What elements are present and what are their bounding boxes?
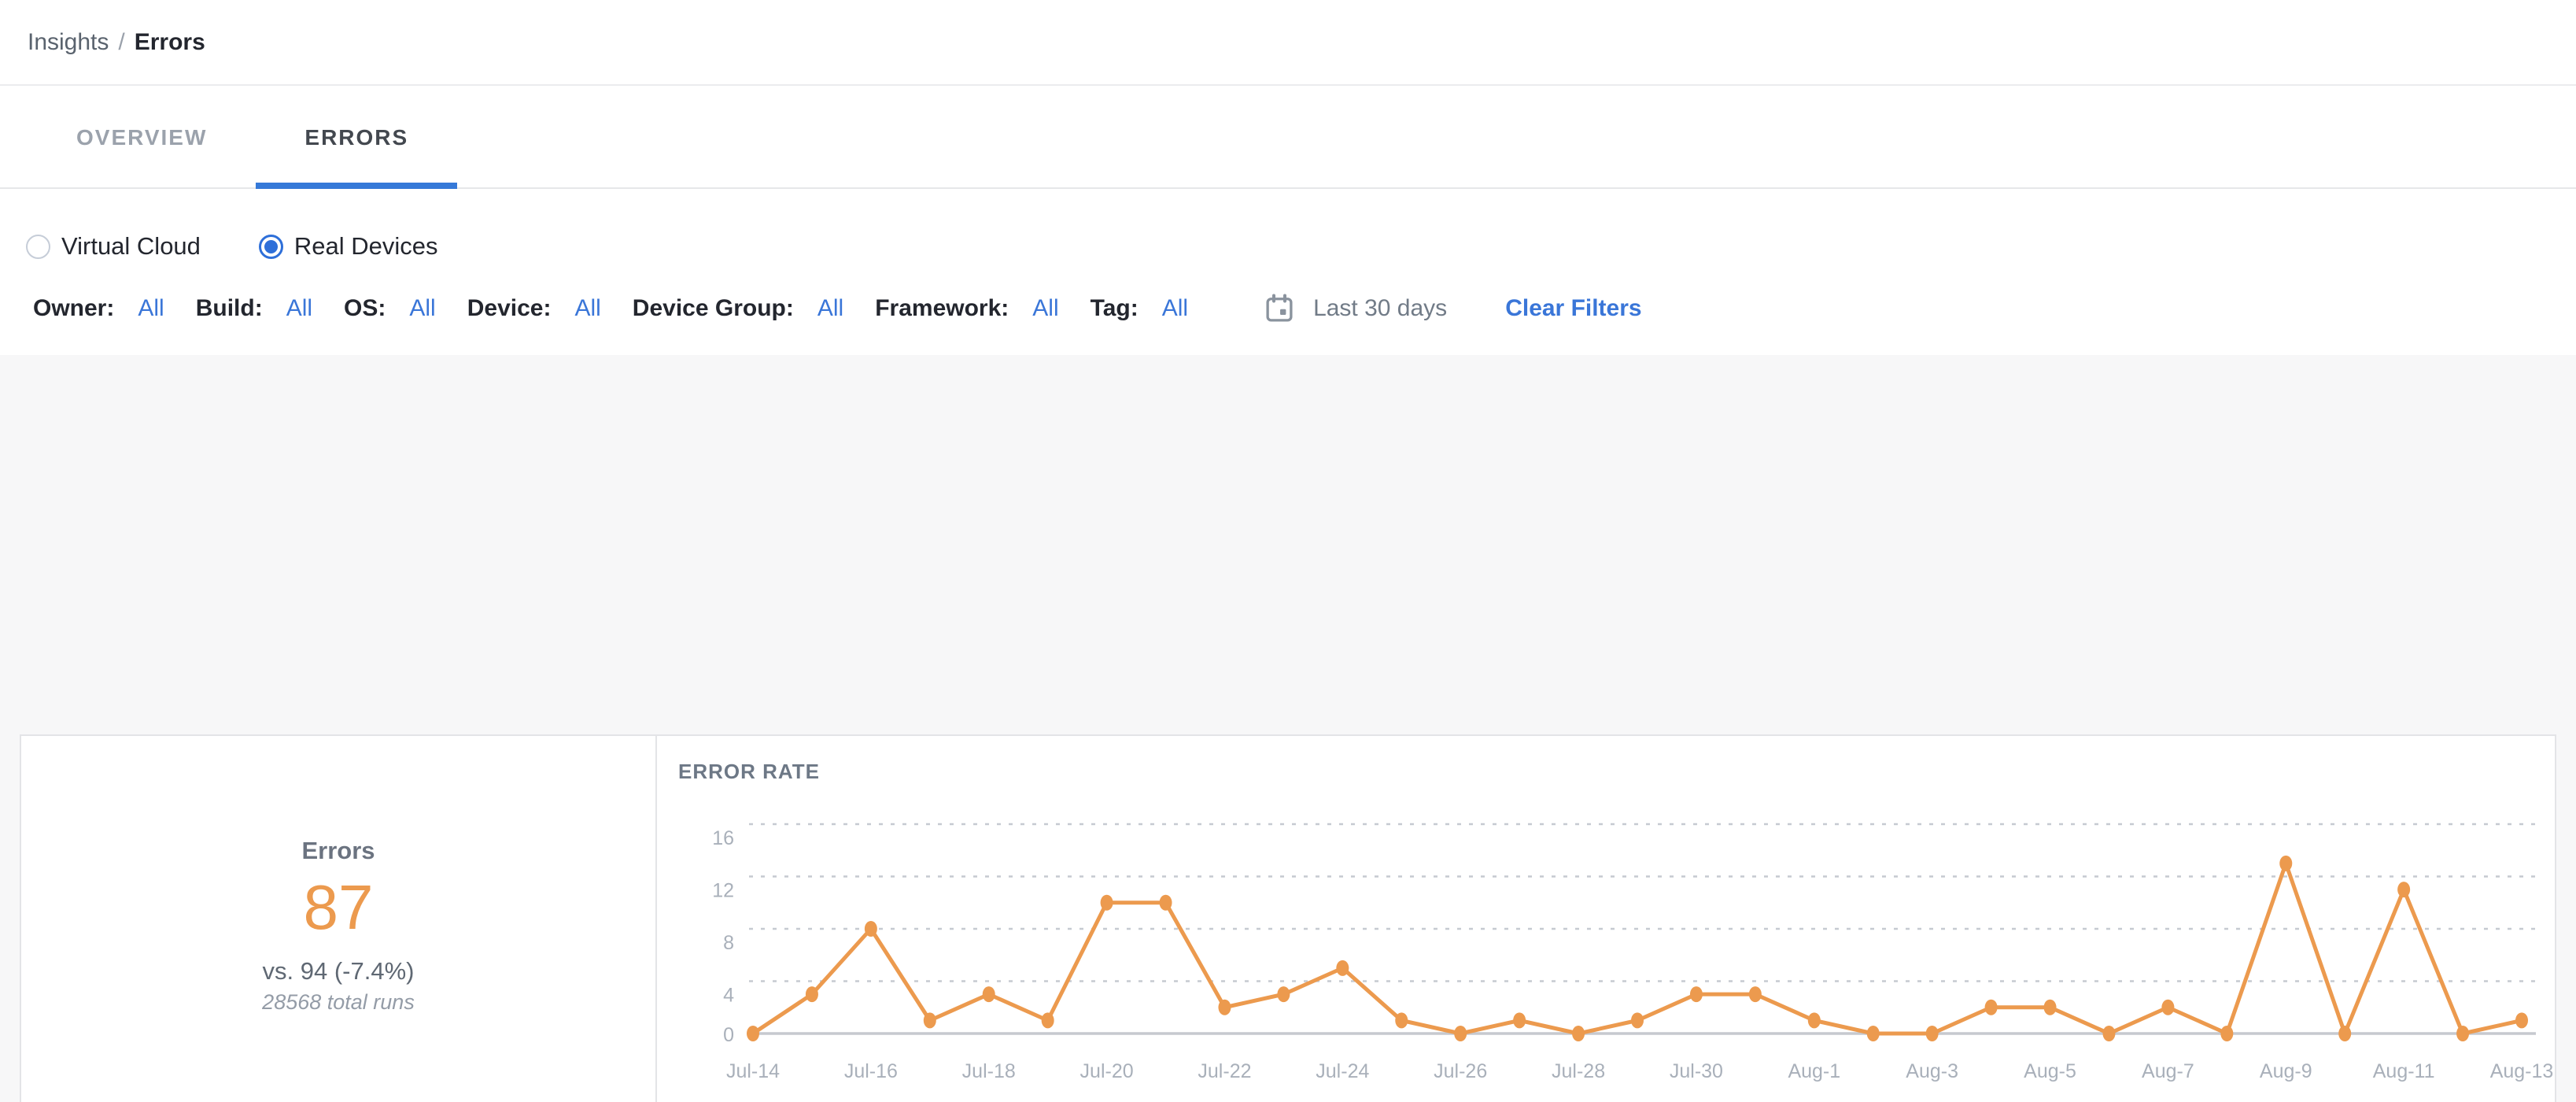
tab-label: ERRORS <box>304 125 408 150</box>
filter-group: Device Group: All <box>633 295 843 322</box>
svg-text:Aug-3: Aug-3 <box>1906 1060 1958 1082</box>
svg-text:Jul-20: Jul-20 <box>1080 1060 1134 1082</box>
svg-text:8: 8 <box>723 932 734 954</box>
breadcrumb: Insights / Errors <box>0 0 2576 86</box>
tab[interactable]: OVERVIEW <box>28 87 256 187</box>
content-background: Errors 87 vs. 94 (-7.4%) 28568 total run… <box>0 355 2576 1102</box>
clear-filters-link[interactable]: Clear Filters <box>1505 295 1641 322</box>
filter-label: Build: <box>196 295 263 322</box>
svg-text:0: 0 <box>723 1024 734 1046</box>
svg-text:Aug-11: Aug-11 <box>2373 1060 2435 1082</box>
filter-value-link[interactable]: All <box>574 295 600 322</box>
filter-group: Owner: All <box>33 295 164 322</box>
svg-text:Aug-1: Aug-1 <box>1788 1060 1840 1082</box>
svg-text:Jul-28: Jul-28 <box>1552 1060 1605 1082</box>
svg-text:Jul-30: Jul-30 <box>1670 1060 1723 1082</box>
error-rate-line-chart: 0 4 8 12 16 Jul-14 Jul-16 Jul-18 Jul-20 Jul-22 Jul… <box>21 736 2558 1102</box>
breadcrumb-current: Errors <box>135 29 205 56</box>
calendar-icon[interactable] <box>1263 292 1296 325</box>
filter-label: Owner: <box>33 295 114 322</box>
breadcrumb-separator: / <box>118 29 124 56</box>
tab[interactable]: ERRORS <box>256 87 457 187</box>
platform-toggle: Virtual Cloud Real Devices <box>26 222 438 271</box>
filter-value-link[interactable]: All <box>286 295 312 322</box>
svg-text:Jul-24: Jul-24 <box>1316 1060 1369 1082</box>
filter-group: Framework: All <box>875 295 1058 322</box>
filter-group: OS: All <box>344 295 436 322</box>
breadcrumb-section-link[interactable]: Insights <box>28 29 109 56</box>
svg-text:Aug-7: Aug-7 <box>2142 1060 2194 1082</box>
svg-text:Jul-26: Jul-26 <box>1434 1060 1487 1082</box>
error-summary-card: Errors 87 vs. 94 (-7.4%) 28568 total run… <box>20 734 2556 1102</box>
svg-text:Aug-5: Aug-5 <box>2024 1060 2076 1082</box>
filter-groups: Owner: All Build: All OS: All Device: Al… <box>33 295 1220 322</box>
filter-value-link[interactable]: All <box>138 295 164 322</box>
radio-button-icon[interactable] <box>26 235 50 259</box>
svg-text:Aug-13: Aug-13 <box>2490 1060 2554 1082</box>
filter-bar: Owner: All Build: All OS: All Device: Al… <box>33 285 2548 332</box>
filter-label: OS: <box>344 295 386 322</box>
filter-value-link[interactable]: All <box>1032 295 1058 322</box>
svg-text:12: 12 <box>712 880 734 902</box>
filter-group: Tag: All <box>1091 295 1188 322</box>
platform-radio-option[interactable]: Real Devices <box>259 232 438 261</box>
radio-label: Real Devices <box>294 232 438 261</box>
filter-label: Device Group: <box>633 295 794 322</box>
filter-label: Tag: <box>1091 295 1139 322</box>
date-range-label[interactable]: Last 30 days <box>1313 295 1447 322</box>
svg-text:4: 4 <box>723 985 734 1007</box>
svg-text:Jul-18: Jul-18 <box>962 1060 1016 1082</box>
filter-value-link[interactable]: All <box>817 295 843 322</box>
filter-label: Device: <box>467 295 552 322</box>
tab-bar: OVERVIEW ERRORS <box>0 87 2576 189</box>
filter-label: Framework: <box>875 295 1009 322</box>
insights-errors-page: Insights / Errors OVERVIEW ERRORS Virtua… <box>0 0 2576 1102</box>
svg-text:16: 16 <box>712 827 734 849</box>
tab-label: OVERVIEW <box>76 125 207 150</box>
radio-button-icon[interactable] <box>259 235 283 259</box>
svg-text:Jul-16: Jul-16 <box>844 1060 898 1082</box>
filter-group: Build: All <box>196 295 312 322</box>
date-range-picker[interactable]: Last 30 days <box>1263 292 1447 325</box>
filter-group: Device: All <box>467 295 601 322</box>
filter-value-link[interactable]: All <box>409 295 435 322</box>
svg-text:Jul-22: Jul-22 <box>1198 1060 1251 1082</box>
platform-radio-option[interactable]: Virtual Cloud <box>26 232 201 261</box>
radio-label: Virtual Cloud <box>61 232 201 261</box>
svg-text:Jul-14: Jul-14 <box>726 1060 780 1082</box>
svg-text:Aug-9: Aug-9 <box>2260 1060 2312 1082</box>
filter-value-link[interactable]: All <box>1162 295 1188 322</box>
active-tab-underline <box>256 183 457 189</box>
